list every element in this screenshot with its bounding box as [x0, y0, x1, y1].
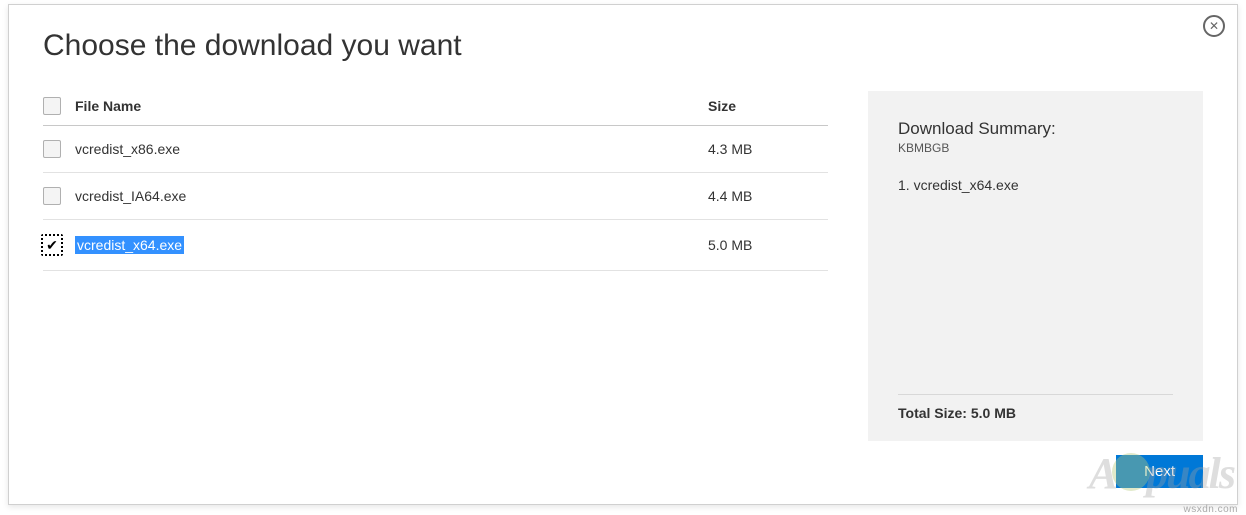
- header-filename: File Name: [71, 98, 708, 114]
- table-row[interactable]: vcredist_x64.exe 5.0 MB: [43, 220, 828, 271]
- summary-subtitle: KBMBGB: [898, 141, 1173, 155]
- dialog-title: Choose the download you want: [43, 29, 1237, 63]
- checkbox-col: [43, 187, 71, 205]
- download-summary-panel: Download Summary: KBMBGB 1. vcredist_x64…: [868, 91, 1203, 441]
- file-table: File Name Size vcredist_x86.exe 4.3 MB v…: [43, 91, 828, 441]
- table-header: File Name Size: [43, 91, 828, 126]
- checkbox-col: [43, 140, 71, 158]
- summary-spacer: [898, 201, 1173, 380]
- file-name: vcredist_IA64.exe: [71, 188, 708, 204]
- header-size: Size: [708, 98, 828, 114]
- select-all-checkbox[interactable]: [43, 97, 61, 115]
- file-checkbox-checked[interactable]: [41, 234, 63, 256]
- checkbox-col: [43, 234, 71, 256]
- summary-divider: [898, 394, 1173, 395]
- file-checkbox[interactable]: [43, 187, 61, 205]
- summary-title: Download Summary:: [898, 119, 1173, 139]
- file-size: 4.4 MB: [708, 188, 828, 204]
- file-name: vcredist_x86.exe: [71, 141, 708, 157]
- download-dialog: ✕ Choose the download you want File Name…: [8, 4, 1238, 505]
- file-checkbox[interactable]: [43, 140, 61, 158]
- total-size: Total Size: 5.0 MB: [898, 405, 1173, 421]
- highlighted-filename: vcredist_x64.exe: [75, 236, 184, 254]
- content-row: File Name Size vcredist_x86.exe 4.3 MB v…: [9, 91, 1237, 441]
- file-size: 4.3 MB: [708, 141, 828, 157]
- close-icon: ✕: [1209, 20, 1219, 32]
- table-row[interactable]: vcredist_IA64.exe 4.4 MB: [43, 173, 828, 220]
- select-all-col: [43, 97, 71, 115]
- close-button[interactable]: ✕: [1203, 15, 1225, 37]
- watermark-domain: wsxdn.com: [1183, 504, 1238, 515]
- file-size: 5.0 MB: [708, 237, 828, 253]
- table-row[interactable]: vcredist_x86.exe 4.3 MB: [43, 126, 828, 173]
- summary-item: 1. vcredist_x64.exe: [898, 177, 1173, 193]
- file-name: vcredist_x64.exe: [71, 237, 708, 253]
- next-button[interactable]: Next: [1116, 455, 1203, 488]
